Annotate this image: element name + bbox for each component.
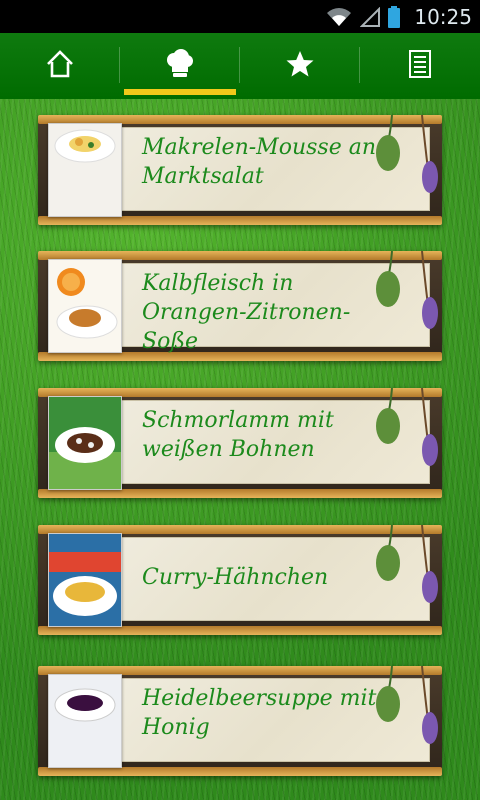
app-nav-bar (0, 33, 480, 99)
nav-favorites[interactable] (240, 33, 360, 99)
recipe-card[interactable]: Makrelen-Mousse an Marktsalat (38, 114, 442, 225)
wifi-icon (326, 7, 352, 27)
herb-decoration-icon (372, 114, 442, 205)
recipe-card[interactable]: Curry-Hähnchen (38, 524, 442, 635)
nav-recipes[interactable] (120, 33, 240, 99)
recipe-card[interactable]: Heidelbeersuppe mit Honig (38, 665, 442, 776)
recipe-list: Makrelen-Mousse an Marktsalat Kalbfleisc… (0, 99, 480, 800)
herb-decoration-icon (372, 665, 442, 756)
star-icon (285, 49, 315, 83)
recipe-title: Kalbfleisch in Orangen-Zitronen-Soße (142, 271, 351, 354)
list-icon (409, 50, 431, 82)
recipe-thumbnail (48, 674, 122, 768)
home-icon (45, 49, 75, 83)
recipe-thumbnail (48, 259, 122, 353)
nav-home[interactable] (0, 33, 120, 99)
signal-icon (360, 6, 381, 27)
battery-icon (388, 5, 401, 28)
recipe-card[interactable]: Kalbfleisch in Orangen-Zitronen-Soße (38, 250, 442, 361)
recipe-title: Heidelbeersuppe mit Honig (142, 686, 377, 740)
status-bar: 10:25 (0, 0, 480, 33)
recipe-card[interactable]: Schmorlamm mit weißen Bohnen (38, 387, 442, 498)
herb-decoration-icon (372, 387, 442, 478)
recipe-title: Makrelen-Mousse an Marktsalat (142, 135, 376, 189)
recipe-thumbnail (48, 123, 122, 217)
chef-hat-icon (164, 48, 196, 84)
recipe-thumbnail (48, 533, 122, 627)
recipe-title: Curry-Hähnchen (142, 565, 329, 590)
recipe-thumbnail (48, 396, 122, 490)
herb-decoration-icon (372, 250, 442, 341)
recipe-title: Schmorlamm mit weißen Bohnen (142, 408, 334, 462)
clock: 10:25 (414, 4, 472, 29)
nav-list[interactable] (360, 33, 480, 99)
herb-decoration-icon (372, 524, 442, 615)
